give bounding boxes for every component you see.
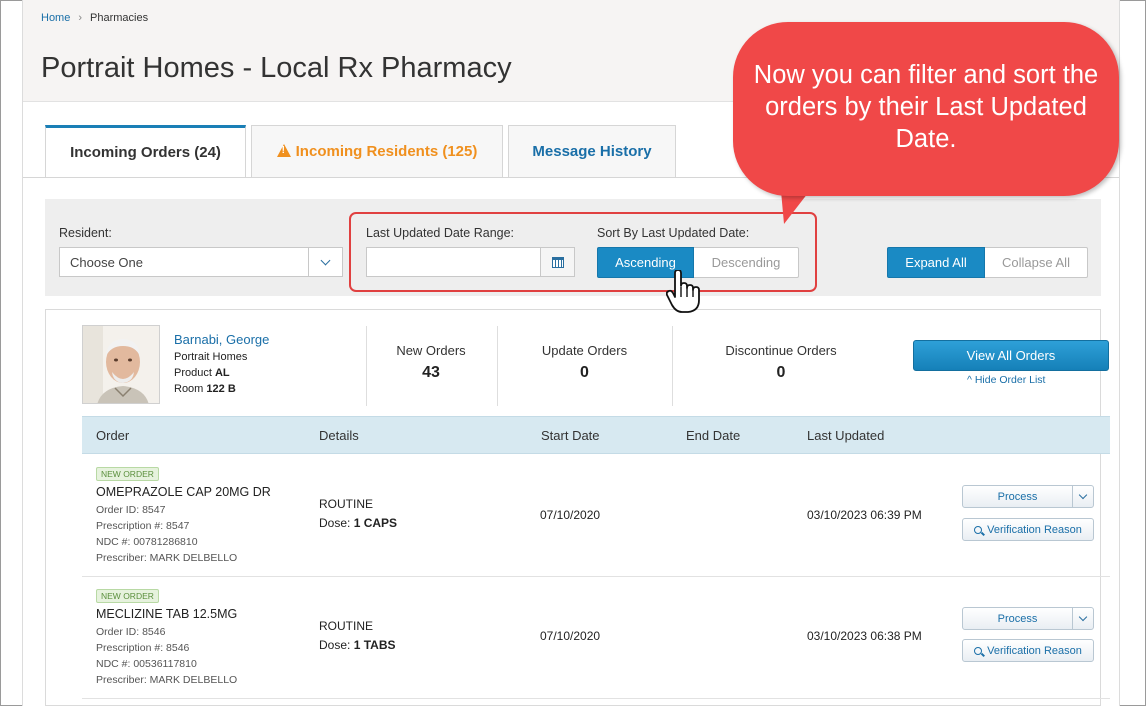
expand-collapse-toggle: Expand All Collapse All (887, 247, 1088, 278)
verification-reason-button[interactable]: Verification Reason (962, 639, 1094, 662)
stat-label: Update Orders (541, 343, 628, 358)
resident-facility: Portrait Homes (174, 351, 248, 363)
chevron-down-icon (1078, 490, 1088, 500)
tab-label: Incoming Residents (125) (295, 143, 478, 160)
tab-incoming-residents[interactable]: Incoming Residents (125) (251, 125, 503, 178)
resident-product-value: AL (214, 367, 230, 379)
stat-update-orders: Update Orders 0 (507, 343, 662, 382)
verification-reason-label: Verification Reason (987, 523, 1082, 536)
breadcrumb-current: Pharmacies (90, 12, 149, 24)
breadcrumb: Home › Pharmacies (41, 12, 148, 24)
stat-new-orders: New Orders 43 (376, 343, 486, 382)
new-order-badge: NEW ORDER (96, 467, 159, 481)
stat-label: Discontinue Orders (725, 343, 837, 358)
collapse-all-button[interactable]: Collapse All (985, 247, 1088, 278)
last-updated: 03/10/2023 06:39 PM (807, 508, 922, 522)
orders-table-header: Order Details Start Date End Date Last U… (82, 416, 1110, 454)
drug-name: OMEPRAZOLE CAP 20MG DR (96, 485, 271, 499)
process-split-button: Process (962, 607, 1094, 630)
resident-product-label: Product (174, 367, 212, 379)
order-id: Order ID: 8546 (96, 626, 166, 638)
column-header-last-updated: Last Updated (807, 428, 885, 443)
resident-room: Room 122 B (174, 383, 236, 395)
table-row: NEW ORDER MECLIZINE TAB 12.5MG Order ID:… (82, 577, 1110, 699)
last-updated: 03/10/2023 06:38 PM (807, 629, 922, 643)
ndc-number: NDC #: 00781286810 (96, 536, 198, 548)
resident-filter-label: Resident: (59, 226, 112, 240)
expand-all-button[interactable]: Expand All (887, 247, 985, 278)
divider (497, 326, 498, 406)
detail-type: ROUTINE (319, 619, 373, 633)
chevron-right-icon: › (78, 12, 83, 24)
prescription-number: Prescription #: 8547 (96, 520, 190, 532)
search-icon (974, 525, 983, 534)
ndc-number: NDC #: 00536117810 (96, 658, 197, 670)
tab-label: Incoming Orders (24) (70, 144, 221, 161)
resident-name-link[interactable]: Barnabi, George (174, 332, 269, 347)
resident-room-label: Room (174, 383, 204, 395)
detail-type: ROUTINE (319, 497, 373, 511)
start-date: 07/10/2020 (540, 629, 601, 643)
resident-product: Product AL (174, 367, 230, 379)
divider (672, 326, 673, 406)
verification-reason-label: Verification Reason (987, 644, 1082, 657)
stat-label: New Orders (396, 343, 466, 358)
prescription-number: Prescription #: 8546 (96, 642, 190, 654)
prescriber: Prescriber: MARK DELBELLO (96, 552, 238, 564)
process-button[interactable]: Process (963, 608, 1072, 629)
tab-message-history[interactable]: Message History (508, 125, 676, 178)
stat-discontinue-orders: Discontinue Orders 0 (682, 343, 880, 382)
resident-room-value: 122 B (206, 383, 236, 395)
tab-label: Message History (532, 143, 652, 160)
hand-cursor-icon (666, 270, 700, 313)
chevron-down-icon (1078, 612, 1088, 622)
callout-highlight-box (349, 212, 817, 292)
order-id: Order ID: 8547 (96, 504, 166, 516)
callout-text: Now you can filter and sort the orders b… (753, 61, 1099, 153)
search-icon (974, 646, 983, 655)
divider (366, 326, 367, 406)
process-dropdown-toggle[interactable] (1072, 608, 1093, 629)
view-all-orders-button[interactable]: View All Orders (913, 340, 1109, 371)
breadcrumb-home-link[interactable]: Home (41, 12, 70, 24)
resident-card: Barnabi, George Portrait Homes Product A… (45, 309, 1110, 706)
avatar (82, 325, 160, 404)
hide-order-list-link[interactable]: ^ Hide Order List (967, 374, 1045, 386)
stat-value: 43 (422, 364, 440, 381)
dose: Dose: 1 TABS (319, 638, 396, 652)
process-dropdown-toggle[interactable] (1072, 486, 1093, 507)
dose-label: Dose: (319, 516, 351, 530)
process-button[interactable]: Process (963, 486, 1072, 507)
tab-incoming-orders[interactable]: Incoming Orders (24) (45, 125, 246, 178)
resident-select-value: Choose One (70, 254, 143, 270)
table-row: NEW ORDER OMEPRAZOLE CAP 20MG DR Order I… (82, 455, 1110, 577)
chevron-down-icon (308, 248, 342, 276)
page-title: Portrait Homes - Local Rx Pharmacy (41, 52, 512, 84)
column-header-details: Details (319, 428, 359, 443)
warning-icon (276, 144, 291, 157)
stat-value: 0 (776, 364, 786, 381)
dose-label: Dose: (319, 638, 351, 652)
prescriber: Prescriber: MARK DELBELLO (96, 674, 238, 686)
stat-value: 0 (580, 364, 589, 381)
process-split-button: Process (962, 485, 1094, 508)
dose: Dose: 1 CAPS (319, 516, 397, 530)
new-order-badge: NEW ORDER (96, 589, 159, 603)
resident-select[interactable]: Choose One (59, 247, 343, 277)
dose-value: 1 TABS (353, 638, 396, 652)
column-header-start-date: Start Date (541, 428, 600, 443)
column-header-end-date: End Date (686, 428, 741, 443)
drug-name: MECLIZINE TAB 12.5MG (96, 607, 238, 621)
start-date: 07/10/2020 (540, 508, 601, 522)
verification-reason-button[interactable]: Verification Reason (962, 518, 1094, 541)
column-header-order: Order (96, 428, 130, 443)
dose-value: 1 CAPS (353, 516, 398, 530)
